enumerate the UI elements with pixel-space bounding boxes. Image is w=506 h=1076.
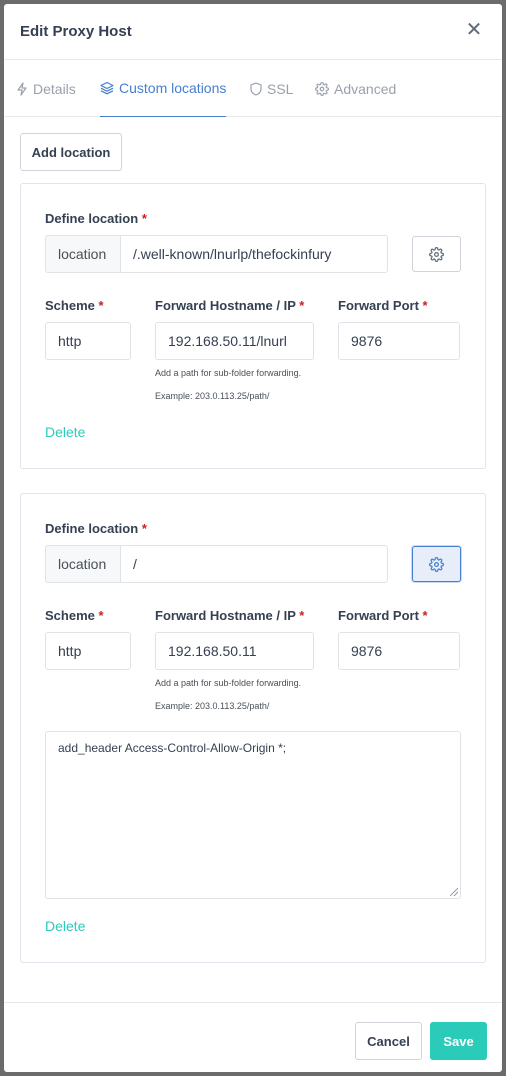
hostname-example: Example: 203.0.113.25/path/ [155, 391, 270, 401]
layers-icon [100, 81, 114, 95]
location-prepend: location [45, 545, 121, 583]
location-card-1: Define location * location /.well-known/… [20, 183, 486, 469]
location-prepend: location [45, 235, 121, 273]
advanced-config-toggle-button[interactable] [412, 546, 461, 582]
modal-footer: Cancel Save [4, 1002, 502, 1072]
tab-details[interactable]: Details [16, 60, 76, 117]
location-path-input[interactable]: /.well-known/lnurlp/thefockinfury [120, 235, 388, 273]
cancel-button[interactable]: Cancel [355, 1022, 422, 1060]
gear-icon [429, 556, 444, 572]
forward-hostname-label: Forward Hostname / IP * [155, 608, 305, 623]
tab-details-label: Details [33, 80, 76, 97]
tab-ssl-label: SSL [267, 80, 294, 97]
advanced-config-text: add_header Access-Control-Allow-Origin *… [58, 741, 287, 755]
delete-location-link[interactable]: Delete [45, 918, 85, 934]
forward-port-label: Forward Port * [338, 298, 428, 313]
modal-header: Edit Proxy Host ✕ [4, 4, 502, 60]
save-button[interactable]: Save [430, 1022, 487, 1060]
scheme-label: Scheme * [45, 608, 104, 623]
resize-handle-icon[interactable] [450, 888, 458, 896]
shield-icon [250, 81, 262, 96]
tab-bar: Details Custom locations SSL Advanced [4, 60, 502, 117]
forward-port-label: Forward Port * [338, 608, 428, 623]
forward-hostname-label: Forward Hostname / IP * [155, 298, 305, 313]
scheme-label: Scheme * [45, 298, 104, 313]
location-path-input[interactable]: / [120, 545, 388, 583]
modal-title: Edit Proxy Host [20, 23, 132, 40]
close-icon[interactable]: ✕ [464, 20, 484, 40]
gear-icon [429, 246, 444, 262]
add-location-button[interactable]: Add location [20, 133, 122, 171]
tab-advanced[interactable]: Advanced [315, 60, 396, 117]
tab-ssl[interactable]: SSL [250, 60, 293, 117]
tab-custom-locations[interactable]: Custom locations [100, 60, 227, 117]
modal-body: Add location Define location * location … [4, 117, 502, 1001]
forward-port-input[interactable]: 9876 [338, 322, 460, 360]
scheme-input[interactable]: http [45, 632, 131, 670]
hostname-hint: Add a path for sub-folder forwarding. [155, 678, 302, 688]
forward-hostname-input[interactable]: 192.168.50.11 [155, 632, 314, 670]
hostname-hint: Add a path for sub-folder forwarding. [155, 368, 302, 378]
forward-port-input[interactable]: 9876 [338, 632, 460, 670]
scheme-input[interactable]: http [45, 322, 131, 360]
tab-custom-locations-label: Custom locations [119, 80, 227, 96]
bolt-icon [17, 81, 27, 96]
define-location-label: Define location * [45, 521, 147, 536]
gear-icon [315, 81, 329, 96]
forward-hostname-input[interactable]: 192.168.50.11/lnurl [155, 322, 314, 360]
advanced-config-toggle-button[interactable] [412, 236, 461, 272]
advanced-config-textarea[interactable]: add_header Access-Control-Allow-Origin *… [45, 731, 461, 899]
define-location-label: Define location * [45, 211, 147, 226]
delete-location-link[interactable]: Delete [45, 424, 85, 440]
edit-proxy-host-modal: Edit Proxy Host ✕ Details Custom locatio… [4, 4, 502, 1072]
tab-advanced-label: Advanced [334, 80, 397, 97]
location-card-2: Define location * location / Scheme * Fo… [20, 493, 486, 963]
hostname-example: Example: 203.0.113.25/path/ [155, 701, 270, 711]
